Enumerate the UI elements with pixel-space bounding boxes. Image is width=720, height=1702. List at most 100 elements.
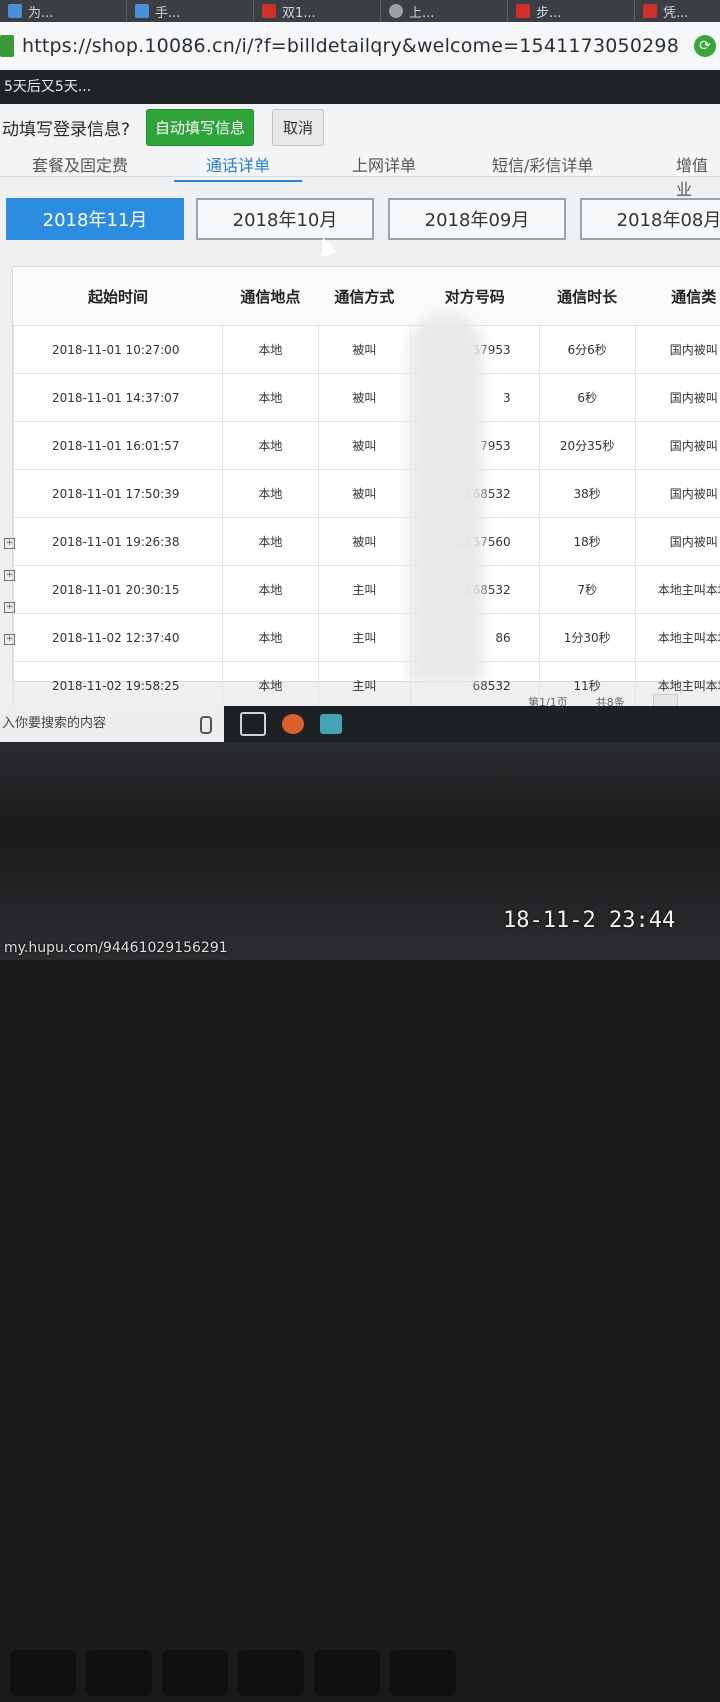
autofill-button[interactable]: 自动填写信息 (146, 109, 254, 146)
cell-start-time: 2018-11-01 17:50:39 (14, 470, 223, 518)
cell-duration: 6秒 (539, 374, 635, 422)
browser-tab[interactable]: 上... (381, 0, 508, 22)
privacy-blur (408, 312, 484, 684)
cell-call-type: 被叫 (318, 470, 410, 518)
call-detail-table: 起始时间 通信地点 通信方式 对方号码 通信时长 通信类 2018-11-01 … (12, 266, 720, 682)
monitor-screen: 为... 手... 双1... 上... 步... 凭... https://s… (0, 0, 720, 742)
cell-location: 本地 (222, 518, 318, 566)
cell-call-type: 被叫 (318, 518, 410, 566)
tab-package-fees[interactable]: 套餐及固定费 (32, 152, 128, 176)
notice-bar: 5天后又5天... (0, 70, 720, 104)
browser-tab-label: 步... (536, 2, 561, 21)
cell-duration: 6分6秒 (539, 326, 635, 374)
tab-data-details[interactable]: 上网详单 (352, 152, 416, 176)
expand-icon[interactable]: + (4, 634, 15, 645)
tab-sms-details[interactable]: 短信/彩信详单 (492, 152, 593, 176)
month-button[interactable]: 2018年11月 (6, 198, 184, 240)
cell-duration: 38秒 (539, 470, 635, 518)
browser-tab[interactable]: 双1... (254, 0, 381, 22)
cell-start-time: 2018-11-01 14:37:07 (14, 374, 223, 422)
browser-tab[interactable]: 步... (508, 0, 635, 22)
cell-category: 国内被叫 (635, 374, 720, 422)
browser-tab[interactable]: 为... (0, 0, 127, 22)
cell-duration: 1分30秒 (539, 614, 635, 662)
browser-tab-label: 为... (28, 2, 53, 21)
browser-tab-label: 上... (409, 2, 434, 21)
cell-call-type: 被叫 (318, 326, 410, 374)
keyboard-key (86, 1650, 152, 1696)
browser-tab[interactable]: 手... (127, 0, 254, 22)
cell-location: 本地 (222, 422, 318, 470)
cell-location: 本地 (222, 566, 318, 614)
table-header-row: 起始时间 通信地点 通信方式 对方号码 通信时长 通信类 (14, 267, 720, 326)
keyboard-key (390, 1650, 456, 1696)
cell-start-time: 2018-11-02 19:58:25 (14, 662, 223, 710)
browser-tab[interactable]: 凭... (635, 0, 720, 22)
tab-value-added[interactable]: 增值业 (676, 152, 720, 200)
autofill-prompt: 动填写登录信息? 自动填写信息 取消 (0, 104, 720, 150)
cell-category: 国内被叫 (635, 326, 720, 374)
autofill-question: 动填写登录信息? (2, 115, 130, 140)
cell-call-type: 主叫 (318, 662, 410, 710)
cell-call-type: 主叫 (318, 614, 410, 662)
gear-icon (389, 4, 403, 18)
tiger-icon (643, 4, 657, 18)
browser-app-icon[interactable] (282, 714, 304, 734)
cell-category: 国内被叫 (635, 422, 720, 470)
browser-tab-label: 手... (155, 2, 180, 21)
month-button[interactable]: 2018年10月 (196, 198, 374, 240)
browser-tab-label: 双1... (282, 2, 316, 21)
cell-start-time: 2018-11-01 16:01:57 (14, 422, 223, 470)
cell-duration: 7秒 (539, 566, 635, 614)
cell-location: 本地 (222, 662, 318, 710)
keyboard-key (162, 1650, 228, 1696)
cell-location: 本地 (222, 374, 318, 422)
cell-location: 本地 (222, 326, 318, 374)
month-button[interactable]: 2018年09月 (388, 198, 566, 240)
keyboard-key (314, 1650, 380, 1696)
expand-icon[interactable]: + (4, 602, 15, 613)
cell-category: 国内被叫 (635, 470, 720, 518)
table-row: 2018-11-01 14:37:07 本地 被叫 3 6秒 国内被叫 (14, 374, 720, 422)
column-header: 通信地点 (222, 267, 318, 326)
cell-duration: 20分35秒 (539, 422, 635, 470)
cell-start-time: 2018-11-01 20:30:15 (14, 566, 223, 614)
expand-icon[interactable]: + (4, 538, 15, 549)
table-row: 2018-11-01 17:50:39 本地 被叫 568532 38秒 国内被… (14, 470, 720, 518)
cell-location: 本地 (222, 614, 318, 662)
taskbar: 入你要搜索的内容 (0, 706, 720, 742)
cell-category: 本地主叫本地 (635, 566, 720, 614)
app-icon[interactable] (320, 714, 342, 734)
side-expanders: + + + + (0, 530, 20, 670)
cell-category: 国内被叫 (635, 518, 720, 566)
column-header: 通信方式 (318, 267, 410, 326)
cell-start-time: 2018-11-01 19:26:38 (14, 518, 223, 566)
month-button[interactable]: 2018年08月 (580, 198, 720, 240)
cell-duration: 18秒 (539, 518, 635, 566)
task-view-icon[interactable] (240, 712, 266, 736)
cancel-button[interactable]: 取消 (272, 109, 324, 146)
tiger-icon (516, 4, 530, 18)
column-header: 通信类 (635, 267, 720, 326)
tab-call-details[interactable]: 通话详单 (174, 152, 302, 182)
browser-tab-label: 凭... (663, 2, 688, 21)
month-selector: 2018年11月 2018年10月 2018年09月 2018年08月 (0, 196, 720, 248)
cell-start-time: 2018-11-02 12:37:40 (14, 614, 223, 662)
url-text[interactable]: https://shop.10086.cn/i/?f=billdetailqry… (22, 35, 679, 57)
column-header: 起始时间 (14, 267, 223, 326)
keyboard-key (238, 1650, 304, 1696)
table-row: 2018-11-01 10:27:00 本地 被叫 57953 6分6秒 国内被… (14, 326, 720, 374)
cell-location: 本地 (222, 470, 318, 518)
microphone-icon[interactable] (200, 716, 212, 734)
table-row: 2018-11-01 19:26:38 本地 被叫 5557560 18秒 国内… (14, 518, 720, 566)
go-icon[interactable]: ⟳ (694, 35, 716, 57)
address-bar[interactable]: https://shop.10086.cn/i/?f=billdetailqry… (0, 22, 720, 71)
taskbar-search-input[interactable]: 入你要搜索的内容 (0, 706, 224, 742)
browser-tab-strip: 为... 手... 双1... 上... 步... 凭... (0, 0, 720, 22)
watermark: my.hupu.com/94461029156291 (4, 940, 228, 956)
bill-tabs: 套餐及固定费 通话详单 上网详单 短信/彩信详单 增值业 (0, 150, 720, 177)
table-row: 2018-11-02 12:37:40 本地 主叫 86 1分30秒 本地主叫本… (14, 614, 720, 662)
table-row: 2018-11-01 20:30:15 本地 主叫 568532 7秒 本地主叫… (14, 566, 720, 614)
secure-icon (0, 35, 14, 57)
expand-icon[interactable]: + (4, 570, 15, 581)
